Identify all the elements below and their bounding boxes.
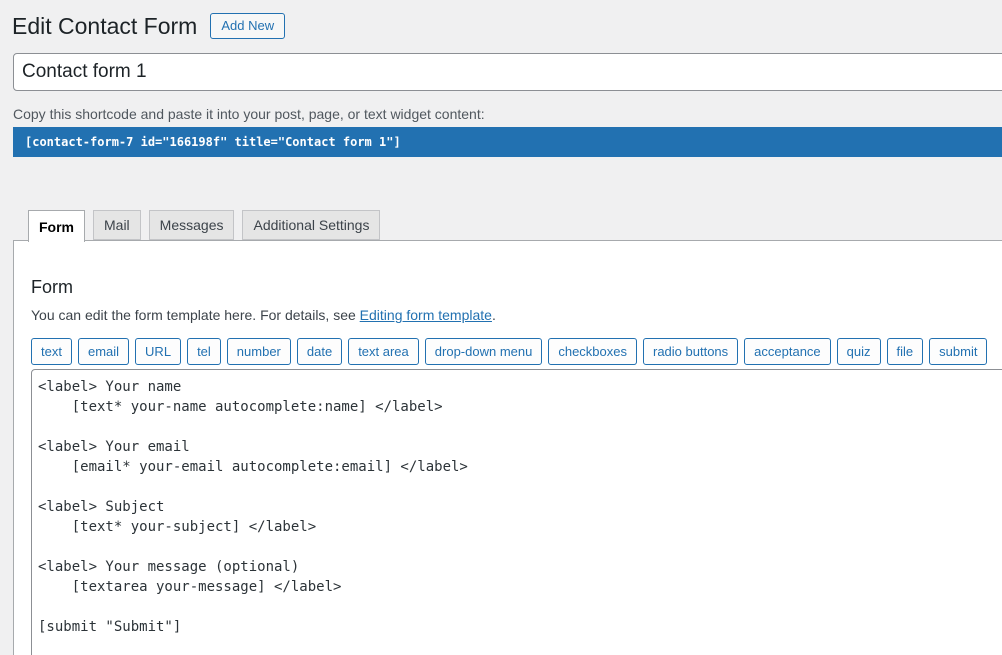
tab-additional-settings[interactable]: Additional Settings — [242, 210, 380, 240]
page-title: Edit Contact Form — [12, 12, 197, 40]
edit-contact-form-screen: Edit Contact Form Add New Copy this shor… — [0, 0, 1002, 655]
shortcode-help-text: Copy this shortcode and paste it into yo… — [13, 106, 485, 122]
tag-button-text-area[interactable]: text area — [348, 338, 419, 365]
form-tab-panel: Form You can edit the form template here… — [13, 240, 1002, 655]
panel-heading: Form — [31, 276, 1002, 298]
page-header: Edit Contact Form Add New — [12, 12, 285, 40]
tag-button-submit[interactable]: submit — [929, 338, 987, 365]
editor-tabs: Form Mail Messages Additional Settings — [28, 210, 380, 242]
add-new-button[interactable]: Add New — [210, 13, 285, 39]
tag-button-number[interactable]: number — [227, 338, 291, 365]
form-template-help-suffix: . — [492, 307, 496, 323]
tag-button-radio-buttons[interactable]: radio buttons — [643, 338, 738, 365]
tag-button-quiz[interactable]: quiz — [837, 338, 881, 365]
form-template-help-prefix: You can edit the form template here. For… — [31, 307, 360, 323]
tag-button-date[interactable]: date — [297, 338, 342, 365]
tag-button-tel[interactable]: tel — [187, 338, 221, 365]
form-template-help: You can edit the form template here. For… — [31, 307, 1002, 324]
form-title-input[interactable] — [13, 53, 1002, 91]
shortcode-value-box[interactable]: [contact-form-7 id="166198f" title="Cont… — [13, 127, 1002, 157]
tag-button-acceptance[interactable]: acceptance — [744, 338, 831, 365]
form-template-textarea[interactable]: <label> Your name [text* your-name autoc… — [31, 369, 1002, 655]
tag-button-text[interactable]: text — [31, 338, 72, 365]
tag-generator-toolbar: text email URL tel number date text area… — [31, 338, 1002, 365]
editing-form-template-link[interactable]: Editing form template — [360, 307, 492, 323]
tab-mail[interactable]: Mail — [93, 210, 141, 240]
tab-messages[interactable]: Messages — [149, 210, 235, 240]
tag-button-drop-down-menu[interactable]: drop-down menu — [425, 338, 543, 365]
tab-form[interactable]: Form — [28, 210, 85, 242]
tag-button-checkboxes[interactable]: checkboxes — [548, 338, 637, 365]
tag-button-email[interactable]: email — [78, 338, 129, 365]
tag-button-file[interactable]: file — [887, 338, 924, 365]
tag-button-url[interactable]: URL — [135, 338, 181, 365]
